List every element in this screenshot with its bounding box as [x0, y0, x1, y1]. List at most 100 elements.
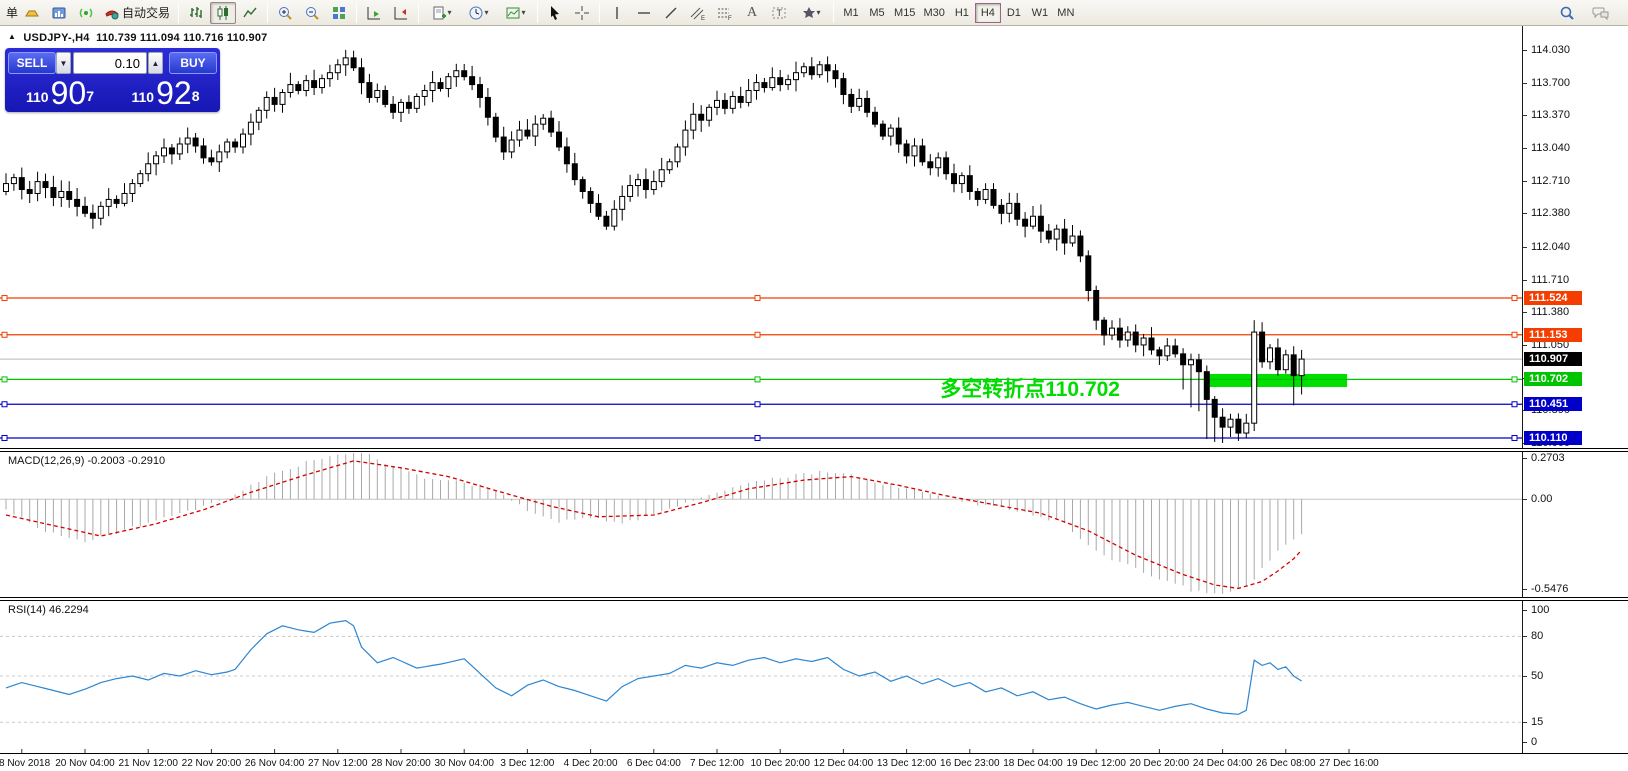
- periods-button[interactable]: ▾: [460, 2, 496, 24]
- timeframe-m15[interactable]: M15: [890, 3, 919, 23]
- chart-shift-icon[interactable]: [388, 2, 414, 24]
- volume-decrease-button[interactable]: ▼: [56, 52, 71, 74]
- hline-handle[interactable]: [1, 376, 8, 383]
- candle-body: [532, 123, 539, 137]
- market-watch-icon[interactable]: [46, 2, 72, 24]
- buy-price[interactable]: 110 92 8: [114, 76, 217, 109]
- macd-panel-splitter[interactable]: [0, 448, 1628, 452]
- indicators-button[interactable]: ▾: [497, 2, 533, 24]
- gold-ingot-icon[interactable]: [19, 2, 45, 24]
- hline-handle[interactable]: [754, 401, 761, 408]
- timeframe-w1[interactable]: W1: [1027, 3, 1053, 23]
- candlestick-mode-icon[interactable]: [210, 1, 237, 24]
- chart-window: ▲ USDJPY-,H4 110.739 111.094 110.716 110…: [0, 26, 1628, 771]
- equidistant-channel-tool-icon[interactable]: E: [685, 2, 711, 24]
- crosshair-tool-icon[interactable]: [569, 2, 595, 24]
- new-order-button[interactable]: 单: [6, 4, 18, 21]
- buy-button[interactable]: BUY: [169, 52, 217, 74]
- collapse-triangle-icon[interactable]: ▲: [8, 32, 16, 41]
- candle-body: [184, 137, 191, 145]
- auto-scroll-icon[interactable]: [361, 2, 387, 24]
- price-tick: [1523, 115, 1527, 117]
- candle-body: [461, 70, 468, 78]
- time-label: 18 Nov 2018: [0, 758, 51, 769]
- rsi-scale-label: 0: [1531, 736, 1538, 748]
- candle-body: [200, 145, 207, 159]
- chat-icon[interactable]: [1588, 2, 1614, 24]
- signal-icon[interactable]: [73, 2, 99, 24]
- chart-canvas[interactable]: [0, 26, 1522, 771]
- candle-body: [1290, 354, 1297, 377]
- hline-handle[interactable]: [754, 435, 761, 442]
- candle-body: [42, 181, 49, 189]
- hline-handle[interactable]: [754, 376, 761, 383]
- price-axis[interactable]: 114.030 113.700 113.370 113.040 112.710 112.3…: [1522, 26, 1628, 753]
- vertical-line-tool-icon[interactable]: [604, 2, 630, 24]
- timeframe-h1[interactable]: H1: [949, 3, 975, 23]
- candle-body: [603, 215, 610, 227]
- candle-body: [484, 96, 491, 118]
- hline-handle[interactable]: [1511, 401, 1518, 408]
- time-label: 20 Nov 04:00: [55, 758, 115, 769]
- candle-body: [1124, 331, 1131, 341]
- text-tool-icon[interactable]: A: [739, 2, 765, 24]
- line-chart-mode-icon[interactable]: [237, 2, 263, 24]
- time-label: 12 Dec 04:00: [813, 758, 874, 769]
- sell-button[interactable]: SELL: [8, 52, 56, 74]
- bar-chart-mode-icon[interactable]: [183, 2, 209, 24]
- hline-handle[interactable]: [1, 331, 8, 338]
- timeframe-m1[interactable]: M1: [838, 3, 864, 23]
- rsi-panel-splitter[interactable]: [0, 597, 1628, 601]
- rsi-tick: [1523, 722, 1527, 724]
- hline-handle[interactable]: [754, 331, 761, 338]
- chevron-down-icon: ▾: [484, 8, 489, 17]
- horizontal-line-tool-icon[interactable]: [631, 2, 657, 24]
- sell-price[interactable]: 110 90 7: [8, 76, 112, 109]
- volume-increase-button[interactable]: ▲: [148, 52, 163, 74]
- timeframe-mn[interactable]: MN: [1053, 3, 1079, 23]
- fibonacci-tool-icon[interactable]: F: [712, 2, 738, 24]
- macd-scale-label: 0.2703: [1531, 452, 1565, 464]
- candle-body: [113, 198, 120, 204]
- time-axis[interactable]: 18 Nov 2018 20 Nov 04:0021 Nov 12:0022 No…: [0, 753, 1628, 771]
- zoom-in-icon[interactable]: [272, 2, 298, 24]
- pivot-annotation[interactable]: 多空转折点110.702: [890, 373, 1120, 403]
- hline-handle[interactable]: [1, 295, 8, 302]
- hline-handle[interactable]: [754, 295, 761, 302]
- timeframe-m30[interactable]: M30: [919, 3, 948, 23]
- candle-body: [690, 113, 697, 131]
- candle-body: [1274, 347, 1281, 371]
- candle-body: [1085, 255, 1092, 292]
- tile-windows-icon[interactable]: [326, 2, 352, 24]
- arrows-tool-button[interactable]: ▾: [793, 2, 829, 24]
- text-label-tool-icon[interactable]: T: [766, 2, 792, 24]
- hline-handle[interactable]: [1511, 295, 1518, 302]
- candle-body: [279, 92, 286, 105]
- timeframe-m5[interactable]: M5: [864, 3, 890, 23]
- trendline-tool-icon[interactable]: [658, 2, 684, 24]
- rsi-tick: [1523, 636, 1527, 638]
- svg-text:T: T: [777, 8, 783, 18]
- autotrading-button[interactable]: 自动交易: [100, 2, 174, 24]
- candle-body: [295, 84, 302, 92]
- timeframe-d1[interactable]: D1: [1001, 3, 1027, 23]
- search-icon[interactable]: [1554, 2, 1580, 24]
- hline-handle[interactable]: [1, 401, 8, 408]
- timeframe-h4[interactable]: H4: [974, 2, 1001, 23]
- new-chart-button[interactable]: ▾: [423, 2, 459, 24]
- candle-body: [1022, 218, 1029, 227]
- candle-body: [453, 70, 460, 78]
- timeframe-bar: M1 M5 M15 M30 H1 H4 D1 W1 MN: [838, 2, 1079, 23]
- highlight-rectangle[interactable]: [1206, 373, 1348, 388]
- candle-body: [82, 205, 88, 214]
- hline-handle[interactable]: [1, 435, 8, 442]
- candle-body: [650, 181, 657, 191]
- hline-handle[interactable]: [1511, 376, 1518, 383]
- hline-handle[interactable]: [1511, 331, 1518, 338]
- one-click-trading-panel: SELL ▼ ▲ BUY 110 90 7 110 92 8: [5, 48, 220, 112]
- zoom-out-icon[interactable]: [299, 2, 325, 24]
- volume-input[interactable]: [73, 52, 147, 74]
- cursor-tool-icon[interactable]: [542, 2, 568, 24]
- candle-body: [627, 185, 634, 197]
- hline-handle[interactable]: [1511, 435, 1518, 442]
